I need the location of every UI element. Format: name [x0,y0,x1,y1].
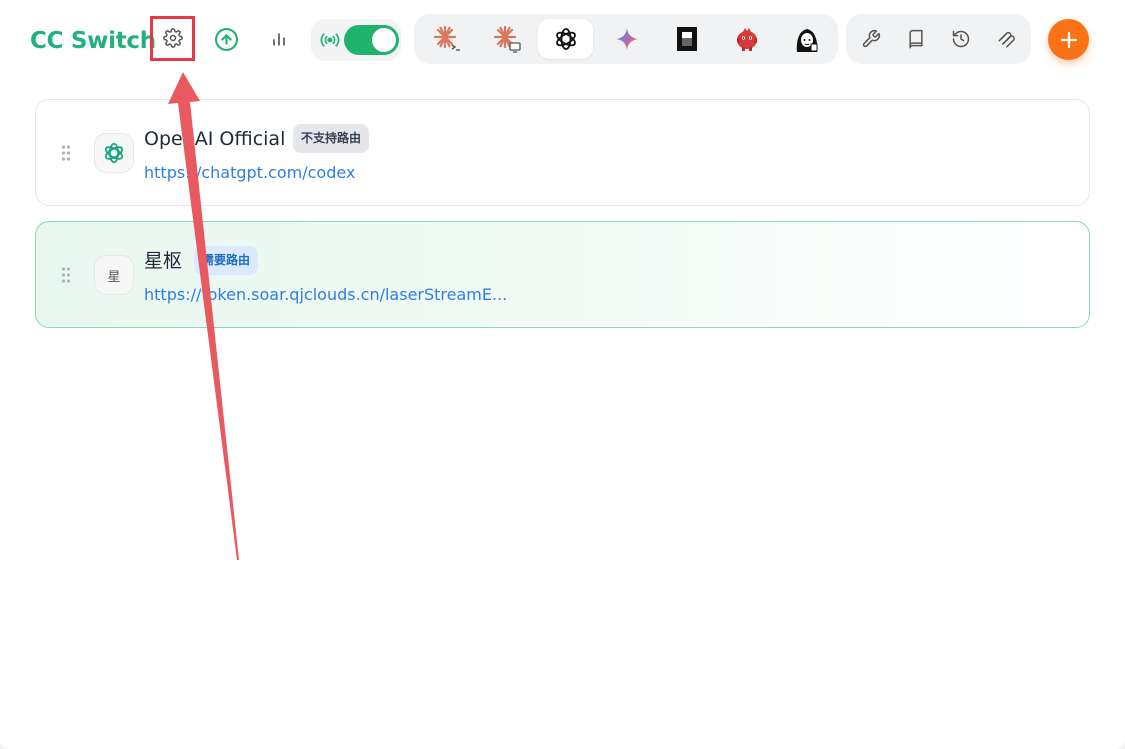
character-avatar-icon [796,29,817,52]
plus-icon [1060,31,1077,48]
claude-desktop-icon [493,25,521,53]
paperclip-icon [998,31,1015,48]
openai-codex-icon [555,28,576,50]
app-character-button[interactable] [779,19,834,59]
update-button[interactable] [208,21,244,57]
add-provider-button[interactable] [1048,19,1089,60]
provider-name: OpenAI Official [144,128,286,150]
red-mascot-icon [736,28,757,51]
openai-logo-icon [104,142,124,164]
provider-name: 星枢 [144,250,183,272]
app-codex-button[interactable] [538,19,593,59]
provider-card-active[interactable]: 星 星枢 需要路由 https://token.soar.qjclouds.cn… [35,221,1090,328]
claude-code-icon [433,25,460,51]
mcp-button[interactable] [991,24,1021,54]
settings-button[interactable] [152,17,194,59]
routing-badge: 不支持路由 [293,124,370,153]
drag-handle-icon[interactable] [61,144,71,162]
provider-card[interactable]: OpenAI Official 不支持路由 https://chatgpt.co… [35,99,1090,206]
provider-avatar [94,133,134,173]
toggle-knob [372,28,396,52]
bar-chart-icon [273,33,285,46]
drag-handle-icon[interactable] [61,266,71,284]
prompts-button[interactable] [901,24,931,54]
routing-badge: 需要路由 [194,246,259,275]
opencode-icon [676,27,697,51]
provider-url-link[interactable]: https://token.soar.qjclouds.cn/laserStre… [144,284,507,306]
app-opencode-button[interactable] [659,19,714,59]
gemini-icon [614,27,639,51]
proxy-toggle-group [311,19,401,61]
app-claude-desktop-button[interactable] [479,19,534,59]
provider-url-link[interactable]: https://chatgpt.com/codex [144,162,355,184]
wrench-icon [862,29,881,48]
tools-toolbar [846,14,1031,64]
app-gemini-button[interactable] [599,19,654,59]
history-button[interactable] [946,24,976,54]
book-icon [909,29,923,49]
app-switcher [414,14,838,64]
broadcast-signal-icon [320,33,340,47]
proxy-toggle-switch[interactable] [344,25,399,55]
provider-avatar: 星 [94,255,134,295]
usage-stats-button[interactable] [262,21,296,57]
app-red-mascot-button[interactable] [719,19,774,59]
app-claude-code-button[interactable] [419,19,474,59]
app-title: CC Switch [30,28,156,54]
tools-button[interactable] [856,24,886,54]
app-window: CC Switch OpenAI Official 不支持路由 https://… [0,0,1125,749]
arrow-up-circle-icon [214,27,238,51]
gear-icon [163,28,183,48]
history-icon [952,30,970,48]
